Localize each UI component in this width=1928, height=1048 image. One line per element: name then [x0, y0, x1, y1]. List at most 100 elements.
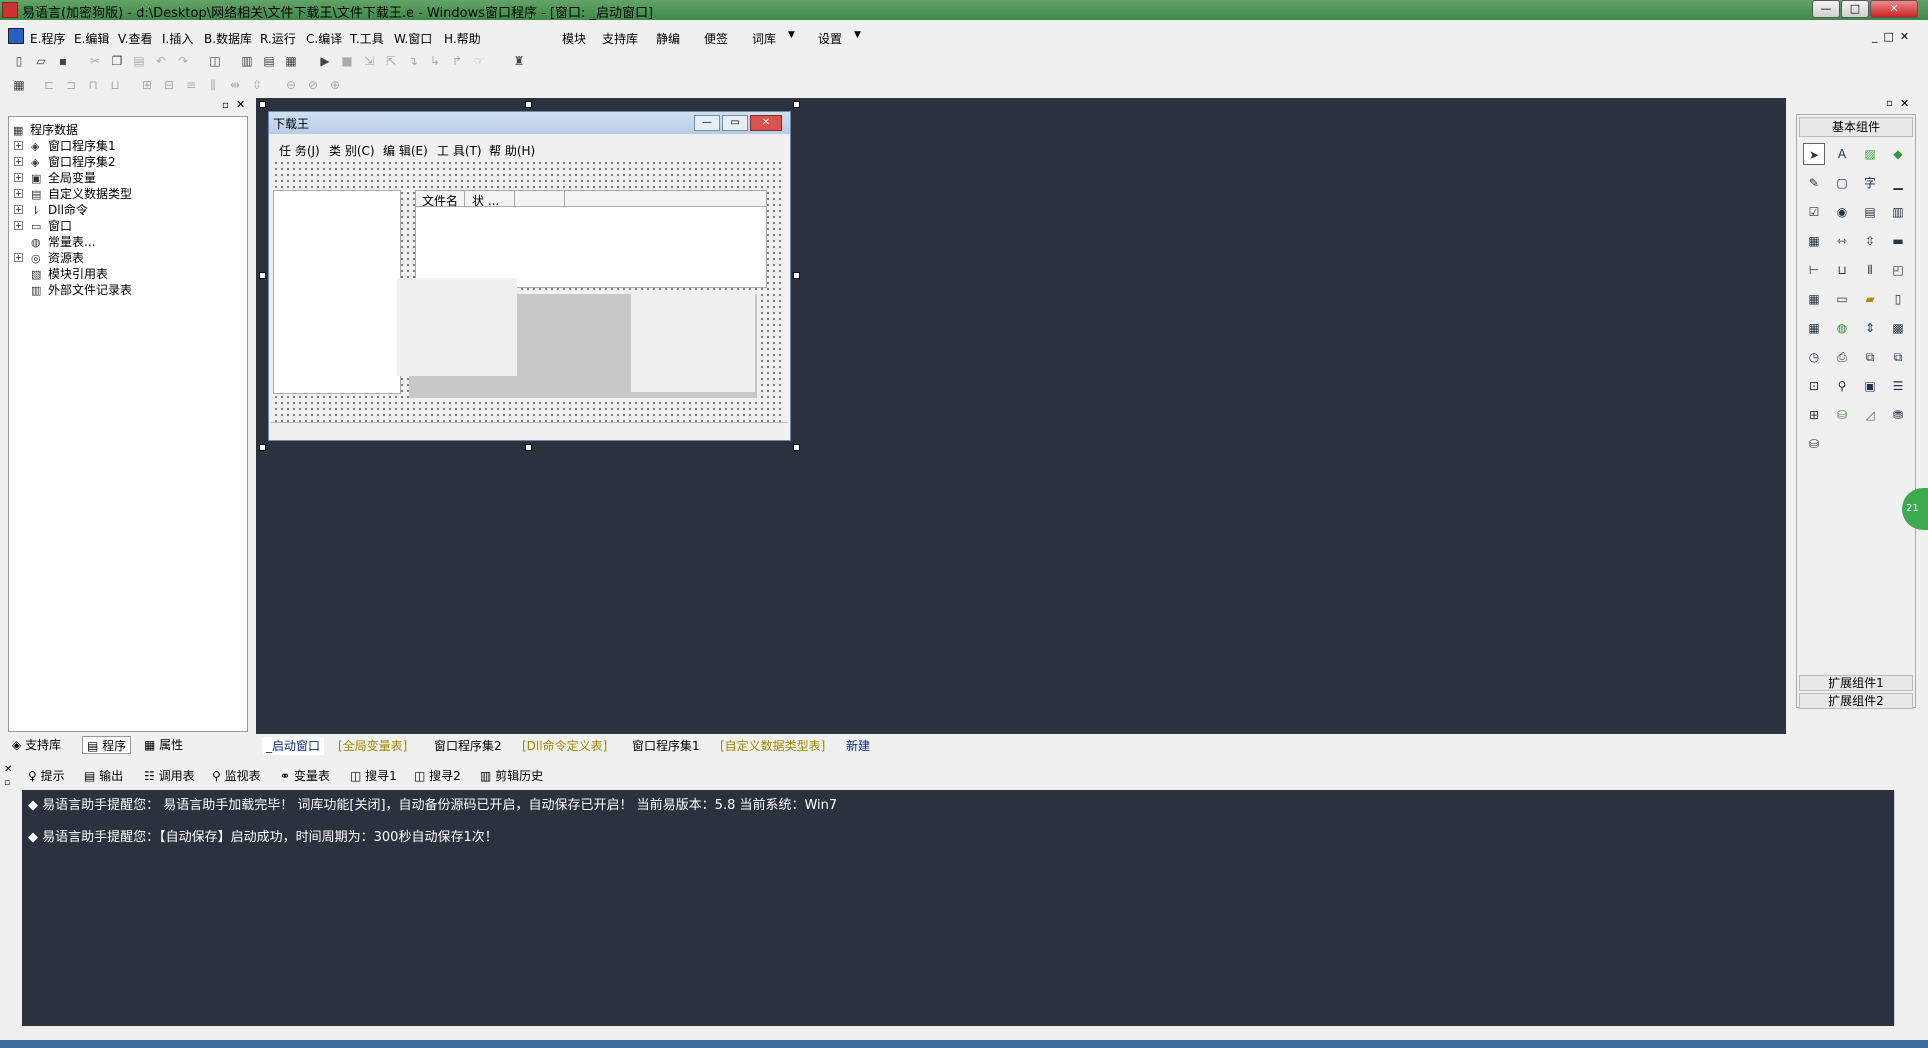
same-width-icon[interactable]: ⊞: [138, 77, 156, 93]
resize-handle[interactable]: [525, 101, 532, 108]
layout-icon[interactable]: ▥: [238, 53, 256, 69]
menu-help[interactable]: H.帮助: [444, 30, 481, 47]
tree-item-windows[interactable]: ▭ 窗口: [31, 217, 72, 234]
tab-dll-defs[interactable]: [Dll命令定义表]: [522, 737, 607, 755]
open-folder-icon[interactable]: ▱: [32, 53, 50, 69]
checkbox-icon[interactable]: ☑: [1803, 201, 1825, 223]
resize-handle[interactable]: [793, 101, 800, 108]
tab-new[interactable]: 新建: [846, 737, 870, 755]
layout-icon[interactable]: ▤: [260, 53, 278, 69]
paste-icon[interactable]: ▤: [130, 53, 148, 69]
dialog-icon[interactable]: ▣: [1859, 375, 1881, 397]
step-icon[interactable]: ⇱: [382, 53, 400, 69]
extension-components-1[interactable]: 扩展组件1: [1799, 675, 1913, 691]
align-bottom-icon[interactable]: ⊔: [106, 77, 124, 93]
menu-compile[interactable]: C.编译: [306, 30, 342, 47]
resize-handle[interactable]: [259, 272, 266, 279]
socket-icon[interactable]: ⊡: [1803, 375, 1825, 397]
chevron-down-icon[interactable]: ▼: [788, 30, 795, 40]
redo-icon[interactable]: ↷: [174, 53, 192, 69]
step-icon[interactable]: ↴: [404, 53, 422, 69]
menu-program[interactable]: E.程序: [30, 30, 65, 47]
menu-support-lib[interactable]: 支持库: [602, 30, 638, 47]
chart-icon[interactable]: ◿: [1859, 404, 1881, 426]
panel-icon[interactable]: ⊔: [1831, 259, 1853, 281]
center-v-icon[interactable]: ⊘: [304, 77, 322, 93]
scrollbar-v-icon[interactable]: ⇳: [1859, 230, 1881, 252]
resize-handle[interactable]: [259, 444, 266, 451]
close-button[interactable]: ✕: [1870, 0, 1918, 18]
scrollbar-h-icon[interactable]: ⇿: [1831, 230, 1853, 252]
close-icon[interactable]: ✕: [1900, 97, 1909, 110]
form-menu-help[interactable]: 帮 助(H): [489, 142, 535, 159]
menu-insert[interactable]: I.插入: [162, 30, 193, 47]
tree-item-window-assembly-2[interactable]: ◈ 窗口程序集2: [31, 153, 116, 170]
chevron-down-icon[interactable]: ▼: [854, 30, 861, 40]
step-icon[interactable]: ⇲: [360, 53, 378, 69]
table-icon[interactable]: ▦: [1803, 317, 1825, 339]
statusbar-icon[interactable]: ▭: [1831, 288, 1853, 310]
resize-handle[interactable]: [793, 444, 800, 451]
shape-icon[interactable]: ◆: [1887, 143, 1909, 165]
label-icon[interactable]: A: [1831, 143, 1853, 165]
image-icon[interactable]: ▨: [1859, 143, 1881, 165]
align-top-icon[interactable]: ⊓: [84, 77, 102, 93]
editbox-icon[interactable]: ✎: [1803, 172, 1825, 194]
space-icon[interactable]: ⫼: [204, 77, 222, 93]
client-icon[interactable]: ⧉: [1859, 346, 1881, 368]
listview-icon[interactable]: ▦: [1803, 230, 1825, 252]
tree-item-custom-types[interactable]: ▤ 自定义数据类型: [31, 185, 132, 202]
extension-components-2[interactable]: 扩展组件2: [1799, 693, 1913, 709]
menu-database[interactable]: B.数据库: [204, 30, 252, 47]
mdi-controls[interactable]: _□✕: [1872, 30, 1915, 43]
server-icon[interactable]: ⧉: [1887, 346, 1909, 368]
step-icon[interactable]: ↳: [426, 53, 444, 69]
tab-search-2[interactable]: ◫ 搜寻2: [414, 766, 461, 786]
tab-program[interactable]: ▤ 程序: [82, 736, 132, 754]
tab-watch[interactable]: ⚲ 监视表: [212, 766, 261, 786]
tab-search-1[interactable]: ◫ 搜寻1: [350, 766, 397, 786]
frame-icon[interactable]: ◰: [1887, 259, 1909, 281]
slider-icon[interactable]: ⊢: [1803, 259, 1825, 281]
expand-icon[interactable]: +: [14, 157, 23, 166]
network-icon[interactable]: ◍: [1831, 317, 1853, 339]
tab-window-assembly-1[interactable]: 窗口程序集1: [632, 737, 700, 755]
db-icon[interactable]: ⛁: [1831, 404, 1853, 426]
expand-icon[interactable]: +: [14, 173, 23, 182]
column-filename[interactable]: 文件名: [422, 192, 458, 209]
pointer-icon[interactable]: ➤: [1803, 143, 1825, 165]
grid-icon[interactable]: ▦: [10, 77, 28, 93]
tab-global-vars[interactable]: [全局变量表]: [338, 737, 407, 755]
radio-icon[interactable]: ◉: [1831, 201, 1853, 223]
basic-components-header[interactable]: 基本组件: [1799, 117, 1913, 137]
port-icon[interactable]: ⚲: [1831, 375, 1853, 397]
calendar-icon[interactable]: ▦: [1803, 288, 1825, 310]
tree-item-resources[interactable]: ◎ 资源表: [31, 249, 84, 266]
file-list-control[interactable]: 文件名 状 ...: [415, 190, 767, 288]
tree-item-program-data[interactable]: ▦ 程序数据: [13, 121, 78, 138]
column-status[interactable]: 状 ...: [472, 192, 499, 209]
close-icon[interactable]: ✕: [236, 98, 245, 111]
form-menu-category[interactable]: 类 别(C): [329, 142, 375, 159]
expand-icon[interactable]: +: [14, 141, 23, 150]
pin-icon[interactable]: ▫: [222, 100, 229, 111]
tree-item-module-refs[interactable]: ▧ 模块引用表: [31, 265, 108, 282]
splitter-icon[interactable]: ⫴: [1859, 259, 1881, 281]
resize-handle[interactable]: [259, 101, 266, 108]
space-icon[interactable]: ⇳: [248, 77, 266, 93]
tab-start-window[interactable]: _启动窗口: [262, 737, 325, 755]
form-menu-edit[interactable]: 编 辑(E): [383, 142, 428, 159]
resize-handle[interactable]: [793, 272, 800, 279]
tree-item-external-files[interactable]: ▥ 外部文件记录表: [31, 281, 132, 298]
tab-window-assembly-2[interactable]: 窗口程序集2: [434, 737, 502, 755]
expand-icon[interactable]: +: [14, 253, 23, 262]
new-file-icon[interactable]: ▯: [10, 53, 28, 69]
maximize-button[interactable]: □: [1841, 0, 1869, 18]
odbc-icon[interactable]: ⛃: [1887, 404, 1909, 426]
menu-static-compile[interactable]: 静编: [656, 30, 680, 47]
toolbar-icon[interactable]: ☰: [1887, 375, 1909, 397]
tree-icon[interactable]: ⊞: [1803, 404, 1825, 426]
text-icon[interactable]: 字: [1859, 172, 1881, 194]
tab-support-lib[interactable]: ◈ 支持库: [12, 736, 61, 754]
pin-icon[interactable]: ▫: [1886, 98, 1893, 109]
